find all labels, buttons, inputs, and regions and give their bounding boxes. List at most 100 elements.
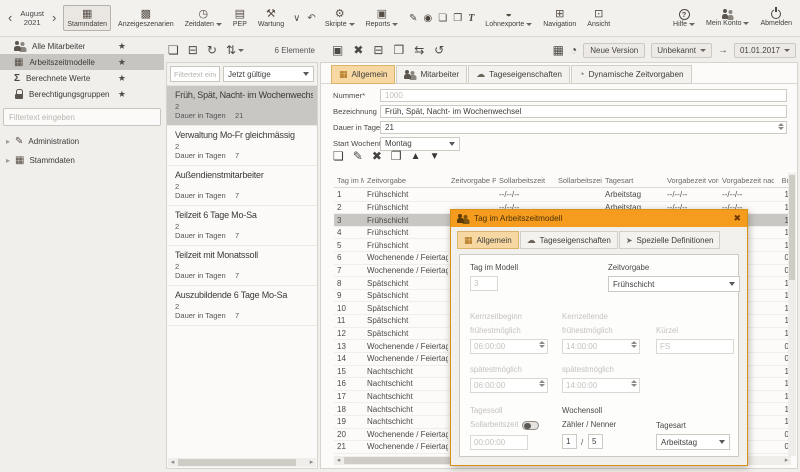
validity-filter-select[interactable]: Jetzt gültige — [223, 66, 314, 82]
anzeigeszenarien-button[interactable]: ▩Anzeigeszenarien — [114, 5, 178, 31]
lohnexporte-button[interactable]: ◒Lohnexporte — [481, 5, 536, 31]
worktime-model-item[interactable]: Außendienstmitarbeiter 2 Dauer in Tagen7 — [167, 166, 317, 206]
detail-tab[interactable]: Tageseigenschaften — [468, 65, 570, 84]
table-vertical-scrollbar[interactable] — [788, 173, 796, 456]
worktime-model-item[interactable]: Teilzeit 6 Tage Mo-Sa 2 Dauer in Tagen7 — [167, 206, 317, 246]
column-header[interactable]: Zeitvorgabe Plan. — [448, 176, 496, 185]
time-stepper[interactable] — [629, 341, 638, 349]
sidebar-item[interactable]: Berechnete Werte ★ — [0, 70, 164, 86]
stammdaten-button[interactable]: ▦Stammdaten — [63, 5, 111, 31]
camera-button[interactable]: ◉ — [424, 13, 433, 24]
column-header[interactable]: Tag im M▴ — [334, 176, 364, 185]
prev-month-button[interactable]: ‹ — [4, 3, 16, 33]
worktime-model-item[interactable]: Teilzeit mit Monatssoll 2 Dauer in Tagen… — [167, 246, 317, 286]
scroll-right-icon[interactable]: ▸ — [782, 456, 791, 465]
dialog-tab[interactable]: Spezielle Definitionen — [619, 231, 721, 249]
favorite-star-icon[interactable]: ★ — [118, 89, 126, 100]
save-button[interactable]: ▣ — [332, 43, 343, 57]
tag-im-modell-input[interactable] — [470, 276, 498, 291]
transfer-button[interactable]: ⇆ — [414, 43, 424, 57]
detail-tab[interactable]: Allgemein — [331, 65, 395, 84]
column-header[interactable]: Sollarbeitszeit Plan. — [555, 176, 602, 185]
mein-konto-button[interactable]: Mein Konto — [702, 6, 753, 30]
add-day-button[interactable]: ❏ — [333, 149, 344, 163]
tree-expand-icon[interactable]: ▸ — [6, 137, 10, 146]
version-from-select[interactable]: Unbekannt — [651, 43, 712, 58]
sollarbeitszeit-toggle[interactable] — [522, 421, 539, 430]
calendar-icon[interactable]: ▦ — [553, 43, 564, 57]
worktime-model-item[interactable]: Verwaltung Mo-Fr gleichmässig 2 Dauer in… — [167, 126, 317, 166]
refresh-button[interactable]: ↻ — [207, 43, 217, 57]
tree-item[interactable]: ▸ Stammdaten — [0, 155, 164, 166]
sidebar-item[interactable]: Arbeitszeitmodelle ★ — [0, 54, 164, 70]
column-header[interactable]: Sollarbeitszeit — [496, 176, 555, 185]
version-to-select[interactable]: 01.01.2017 — [734, 43, 796, 58]
column-header[interactable]: Zeitvorgabe — [364, 176, 448, 185]
dialog-titlebar[interactable]: Tag im Arbeitszeitmodell ✖ — [451, 210, 747, 227]
detail-tab[interactable]: Mitarbeiter — [396, 65, 467, 84]
scrollbar-thumb[interactable] — [178, 459, 296, 466]
scrollbar-thumb[interactable] — [789, 175, 795, 280]
table-row[interactable]: 1 Frühschicht --/--/-- Arbeitstag --/--/… — [334, 189, 791, 202]
favorite-star-icon[interactable]: ★ — [118, 57, 126, 68]
time-stepper[interactable] — [537, 341, 546, 349]
favorite-star-icon[interactable]: ★ — [118, 41, 126, 52]
sidebar-item[interactable]: Berechtigungsgruppen ★ — [0, 86, 164, 102]
print-button[interactable]: ⊟ — [188, 43, 198, 57]
dauer-input[interactable] — [380, 121, 787, 134]
bezeichnung-input[interactable] — [380, 105, 787, 118]
scroll-right-icon[interactable]: ▸ — [307, 458, 316, 467]
reports-button[interactable]: ▣Reports — [362, 5, 403, 31]
tagesart-select[interactable]: Arbeitstag — [656, 434, 730, 450]
version-stats-icon[interactable]: ◔ — [570, 43, 577, 57]
kuerzel-input[interactable] — [656, 339, 734, 354]
undo-button[interactable]: ↶ — [305, 13, 317, 24]
new-item-button[interactable]: ❏ — [168, 43, 179, 57]
document-button[interactable]: ❏ — [438, 13, 447, 24]
text-button[interactable]: T — [468, 13, 474, 24]
column-header[interactable]: Tagesart — [602, 176, 664, 185]
skripte-button[interactable]: ⚙Skripte — [321, 5, 359, 31]
sidebar-filter-input[interactable] — [3, 108, 161, 126]
new-version-button[interactable]: Neue Version — [583, 43, 645, 58]
column-header[interactable]: Vorgabezeit vormitt — [664, 176, 719, 185]
zaehler-input[interactable] — [562, 434, 577, 449]
delete-day-button[interactable]: ✖ — [372, 149, 382, 163]
move-down-button[interactable]: ▼ — [430, 151, 440, 162]
nummer-input[interactable] — [380, 89, 787, 102]
sidebar-item[interactable]: Alle Mitarbeiter ★ — [0, 38, 164, 54]
dialog-tab[interactable]: Tageseigenschaften — [520, 231, 618, 249]
wartung-button[interactable]: ⚒Wartung — [254, 5, 288, 31]
copy-button[interactable]: ❐ — [393, 43, 404, 57]
ansicht-button[interactable]: ⊡Ansicht — [583, 5, 614, 31]
scroll-left-icon[interactable]: ◂ — [168, 458, 177, 467]
tree-expand-icon[interactable]: ▸ — [6, 156, 10, 165]
abmelden-button[interactable]: Abmelden — [756, 6, 796, 30]
print-detail-button[interactable]: ⊟ — [373, 43, 383, 57]
list-filter-input[interactable] — [170, 66, 220, 82]
favorite-star-icon[interactable]: ★ — [118, 73, 126, 84]
hilfe-button[interactable]: ?Hilfe — [669, 6, 699, 31]
next-month-button[interactable]: › — [48, 3, 60, 33]
dialog-tab[interactable]: Allgemein — [457, 231, 519, 249]
copy-day-button[interactable]: ❐ — [391, 149, 402, 163]
worktime-model-item[interactable]: Früh, Spät, Nacht- im Wochenwechsel 2 Da… — [167, 86, 317, 126]
toolbar-expand-button[interactable]: ∨ — [291, 13, 302, 24]
time-stepper[interactable] — [537, 380, 546, 388]
edit-day-button[interactable]: ✎ — [353, 149, 363, 163]
sollarbeitszeit-input[interactable] — [470, 435, 528, 450]
pep-button[interactable]: ▤PEP — [229, 5, 251, 31]
document-copy-button[interactable]: ❐ — [453, 13, 462, 24]
nenner-input[interactable] — [588, 434, 603, 449]
sort-button[interactable]: ⇅ — [226, 43, 244, 57]
close-icon[interactable]: ✖ — [733, 213, 741, 224]
zeitvorgabe-select[interactable]: Frühschicht — [608, 276, 740, 292]
history-button[interactable]: ↺ — [434, 43, 444, 57]
worktime-model-item[interactable]: Auszubildende 6 Tage Mo-Sa 2 Dauer in Ta… — [167, 286, 317, 326]
edit-note-button[interactable]: ✎ — [409, 13, 417, 24]
detail-tab[interactable]: Dynamische Zeitvorgaben — [571, 65, 692, 84]
navigation-button[interactable]: ⊞Navigation — [539, 5, 580, 31]
number-stepper[interactable] — [776, 123, 785, 131]
tree-item[interactable]: ▸ Administration — [0, 136, 164, 147]
column-header[interactable]: Vorgabezeit nachm — [719, 176, 774, 185]
